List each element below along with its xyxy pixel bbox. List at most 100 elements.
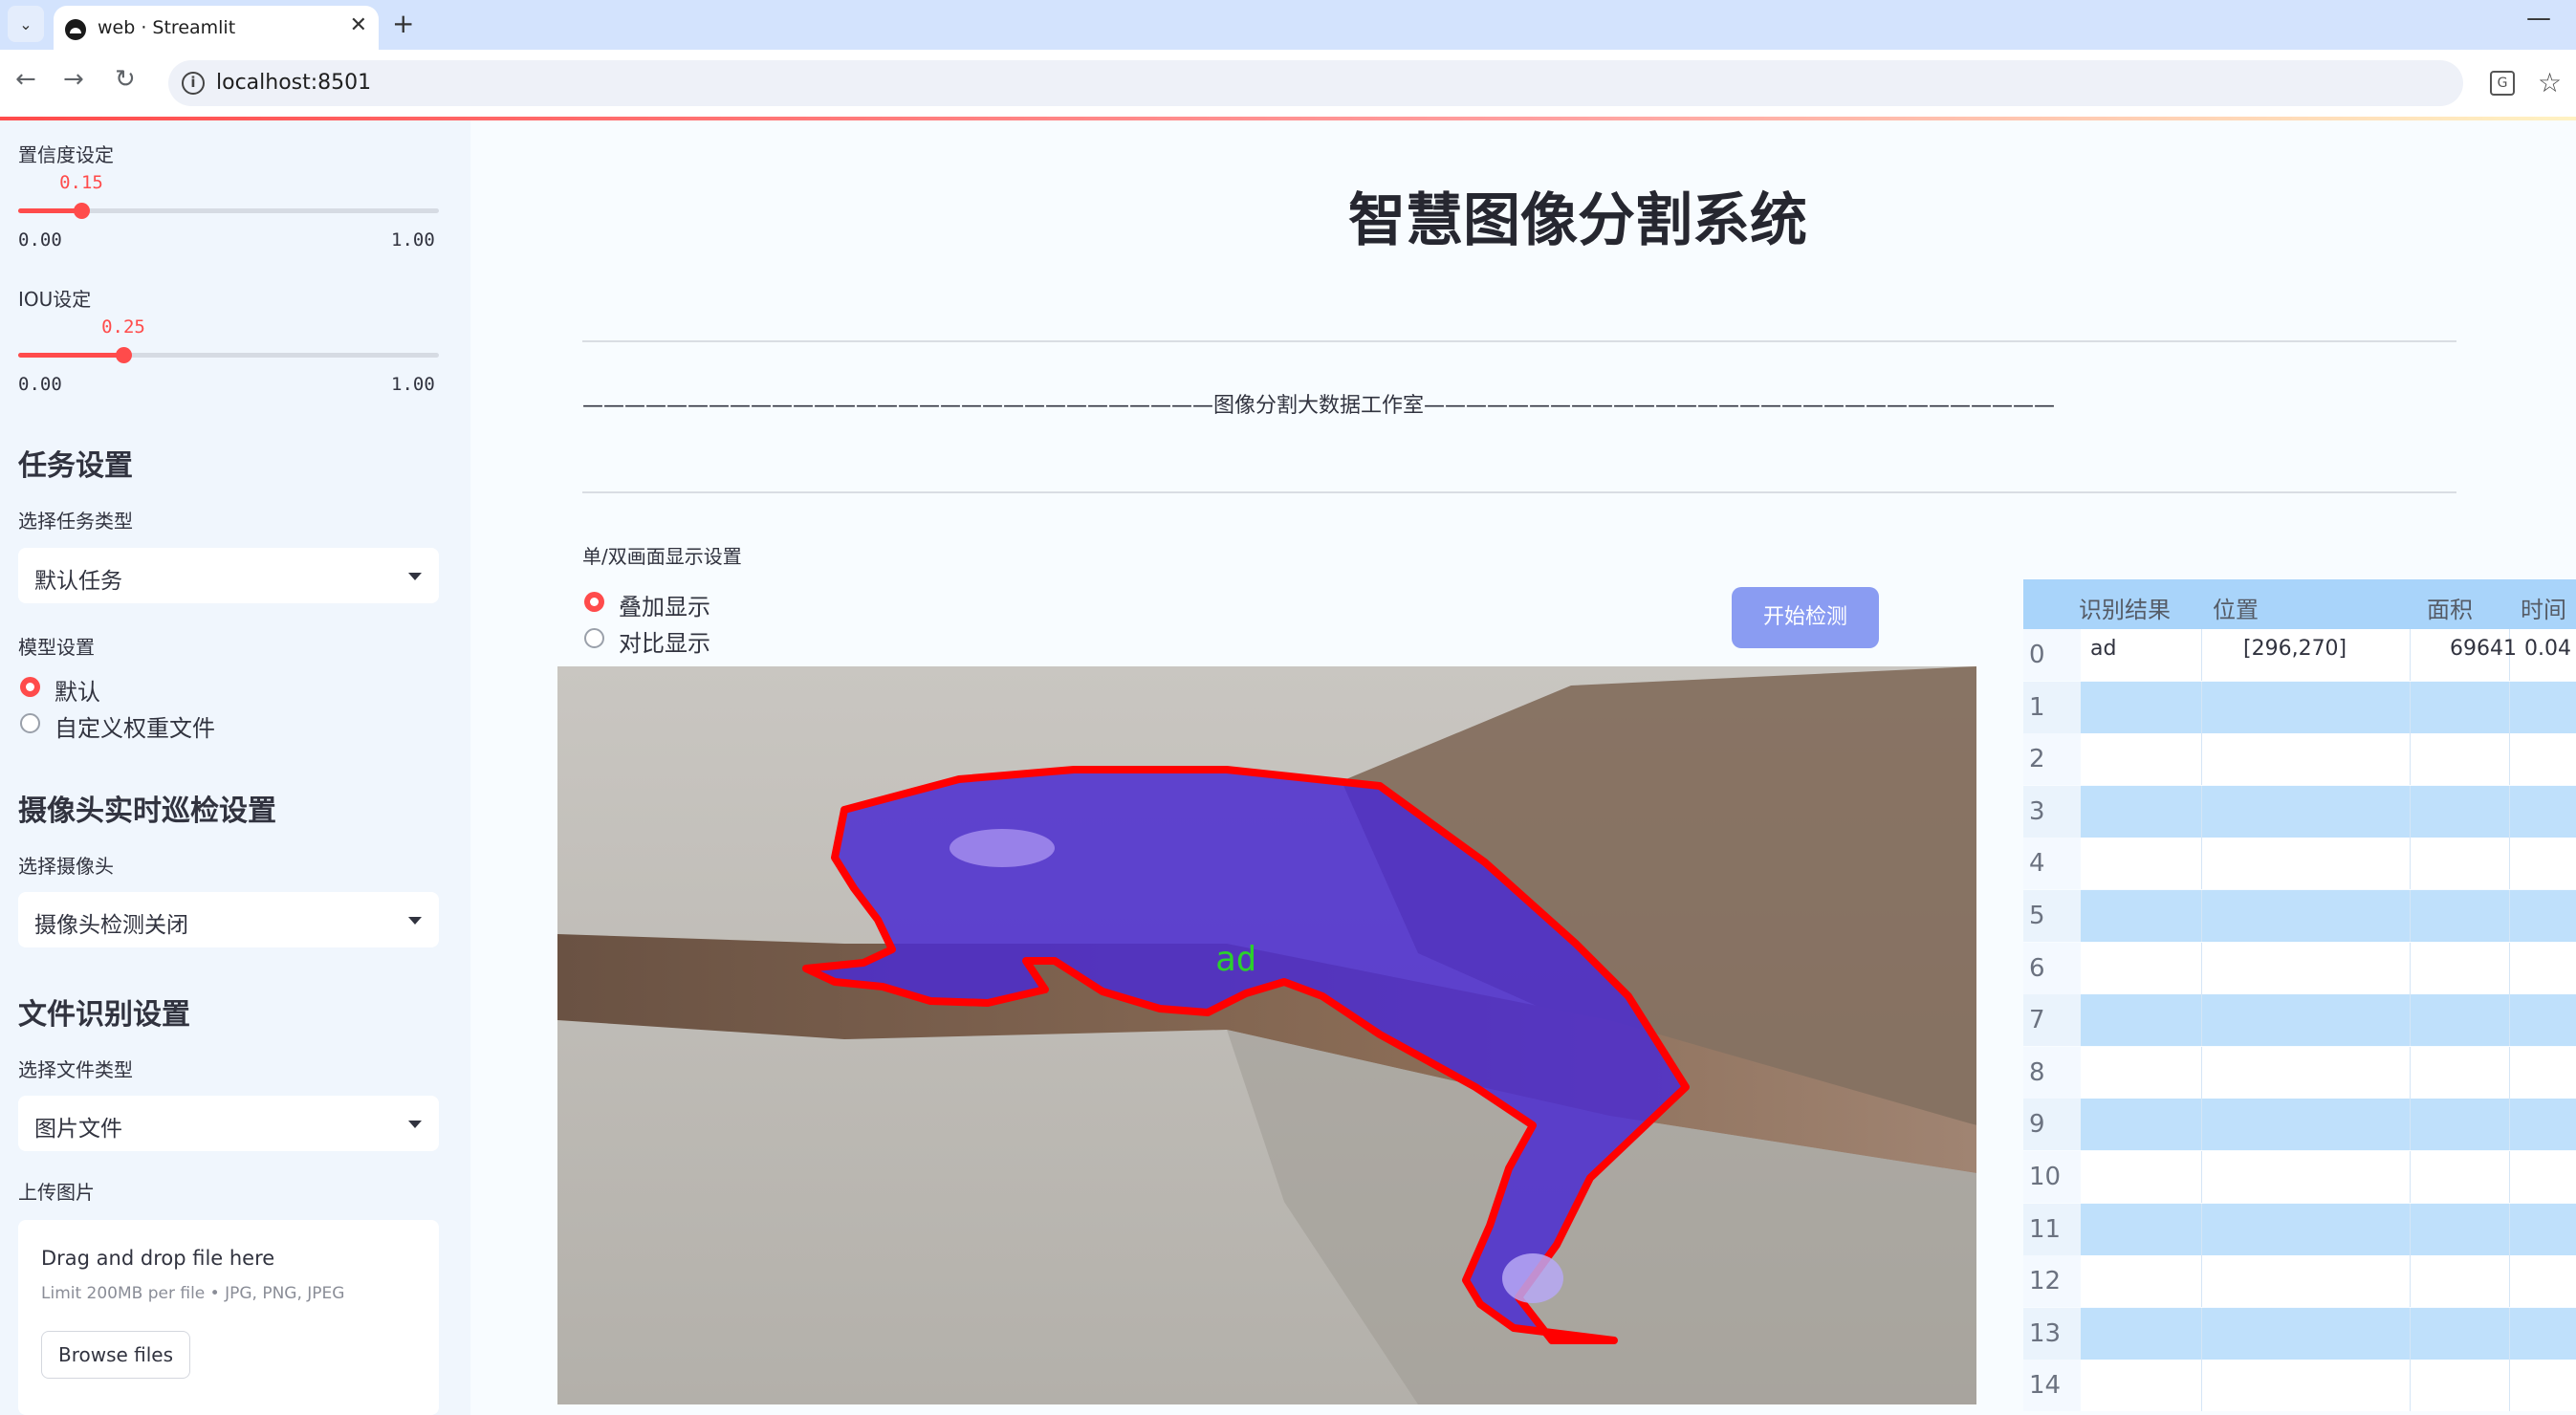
reload-icon[interactable]: ↻ (115, 65, 136, 94)
table-row[interactable]: 7 (2023, 994, 2576, 1047)
translate-icon[interactable]: G (2490, 71, 2515, 96)
browser-tab-bar: ⌄ web · Streamlit ✕ + — (0, 0, 2576, 50)
table-row[interactable]: 1 (2023, 681, 2576, 733)
camera-select-value: 摄像头检测关闭 (34, 913, 188, 938)
table-row[interactable]: 13 (2023, 1307, 2576, 1360)
confidence-slider[interactable] (18, 203, 439, 219)
column-separator (2509, 1255, 2510, 1308)
cell-result: ad (2090, 637, 2117, 661)
iou-slider[interactable] (18, 347, 439, 363)
url-text[interactable]: localhost:8501 (216, 71, 371, 95)
tab-search-button[interactable]: ⌄ (8, 6, 44, 42)
radio-selected-icon (584, 592, 604, 612)
row-index: 11 (2029, 1214, 2062, 1244)
column-separator (2410, 1099, 2411, 1151)
iou-slider-thumb[interactable] (116, 347, 132, 363)
uploader-title: Drag and drop file here (41, 1247, 275, 1270)
radio-unselected-icon (584, 628, 604, 648)
table-row[interactable]: 5 (2023, 890, 2576, 942)
column-separator (2201, 1046, 2202, 1099)
close-icon[interactable]: ✕ (350, 13, 367, 37)
confidence-max: 1.00 (391, 229, 435, 250)
column-separator (2410, 838, 2411, 890)
iou-label: IOU设定 (18, 288, 92, 311)
table-header: 识别结果 位置 面积 时间 (2023, 579, 2576, 629)
display-option-label: 叠加显示 (619, 594, 710, 620)
confidence-value: 0.15 (59, 172, 103, 193)
column-header[interactable]: 面积 (2427, 591, 2473, 624)
table-row[interactable]: 10 (2023, 1151, 2576, 1203)
confidence-slider-thumb[interactable] (74, 203, 90, 219)
table-row[interactable]: 3 (2023, 785, 2576, 838)
file-type-value: 图片文件 (34, 1117, 122, 1142)
divider (582, 491, 2456, 493)
row-index-cell: 0 (2023, 629, 2081, 681)
column-header[interactable]: 位置 (2213, 591, 2259, 624)
file-type-label: 选择文件类型 (18, 1058, 133, 1081)
file-type-select[interactable]: 图片文件 (18, 1096, 439, 1151)
radio-unselected-icon (20, 713, 40, 733)
forward-icon[interactable]: → (63, 65, 84, 94)
row-index-cell: 2 (2023, 733, 2081, 786)
divider (582, 340, 2456, 342)
row-index-cell: 8 (2023, 1046, 2081, 1099)
table-row[interactable]: 2 (2023, 733, 2576, 786)
row-index: 13 (2029, 1318, 2062, 1348)
row-index: 0 (2029, 641, 2045, 669)
address-bar[interactable]: i localhost:8501 (168, 60, 2463, 106)
column-separator (2410, 1151, 2411, 1203)
model-option-label: 自定义权重文件 (55, 715, 215, 742)
model-settings-label: 模型设置 (18, 636, 95, 659)
column-separator (2410, 890, 2411, 942)
table-row[interactable]: 9 (2023, 1099, 2576, 1151)
column-separator (2410, 1046, 2411, 1099)
browse-files-button[interactable]: Browse files (41, 1331, 190, 1379)
segmentation-result-image: ad (557, 666, 1976, 1404)
column-separator (2410, 1307, 2411, 1360)
star-icon[interactable]: ☆ (2538, 67, 2562, 98)
minimize-icon[interactable]: — (2526, 4, 2551, 33)
column-separator (2201, 785, 2202, 838)
row-index: 9 (2029, 1110, 2045, 1140)
model-option-label: 默认 (55, 679, 100, 706)
start-detection-button[interactable]: 开始检测 (1732, 587, 1879, 648)
column-separator (2201, 1255, 2202, 1308)
column-header[interactable]: 时间 (2521, 591, 2566, 624)
chevron-down-icon (408, 573, 422, 580)
row-index-cell: 9 (2023, 1099, 2081, 1151)
mask-highlight (1502, 1253, 1563, 1303)
table-row[interactable]: 6 (2023, 942, 2576, 994)
table-row[interactable]: 0 ad [296,270] 69641 0.04 (2023, 629, 2576, 681)
table-row[interactable]: 8 (2023, 1046, 2576, 1099)
browser-tab[interactable]: web · Streamlit ✕ (54, 6, 379, 50)
camera-select[interactable]: 摄像头检测关闭 (18, 892, 439, 947)
iou-slider-fill (18, 353, 123, 358)
table-row[interactable]: 11 (2023, 1203, 2576, 1255)
results-table[interactable]: 识别结果 位置 面积 时间 0 ad [296,270] 69641 0.04 1 2 3 4 5… (2023, 579, 2576, 1415)
table-row[interactable]: 4 (2023, 838, 2576, 890)
plus-icon[interactable]: + (392, 8, 414, 39)
row-index: 2 (2029, 745, 2045, 774)
column-separator (2509, 994, 2510, 1047)
row-index: 5 (2029, 902, 2045, 930)
table-row[interactable]: 12 (2023, 1255, 2576, 1308)
confidence-min: 0.00 (18, 229, 62, 250)
column-separator (2410, 994, 2411, 1047)
studio-banner: ——————————————————————————————图像分割大数据工作室… (582, 394, 2056, 418)
task-type-select[interactable]: 默认任务 (18, 548, 439, 603)
row-index-cell: 14 (2023, 1360, 2081, 1412)
column-separator (2509, 681, 2510, 733)
back-icon[interactable]: ← (15, 65, 36, 94)
row-index: 8 (2029, 1057, 2045, 1087)
column-separator (2201, 890, 2202, 942)
file-uploader-dropzone[interactable]: Drag and drop file here Limit 200MB per … (18, 1220, 439, 1415)
chevron-down-icon: ⌄ (19, 14, 33, 33)
table-row[interactable]: 14 (2023, 1360, 2576, 1412)
column-separator (2201, 838, 2202, 890)
row-index-cell: 4 (2023, 838, 2081, 890)
column-separator (2410, 785, 2411, 838)
column-header[interactable]: 识别结果 (2079, 591, 2171, 624)
info-icon[interactable]: i (182, 72, 205, 95)
row-index: 12 (2029, 1267, 2062, 1296)
camera-settings-header: 摄像头实时巡检设置 (18, 795, 276, 828)
